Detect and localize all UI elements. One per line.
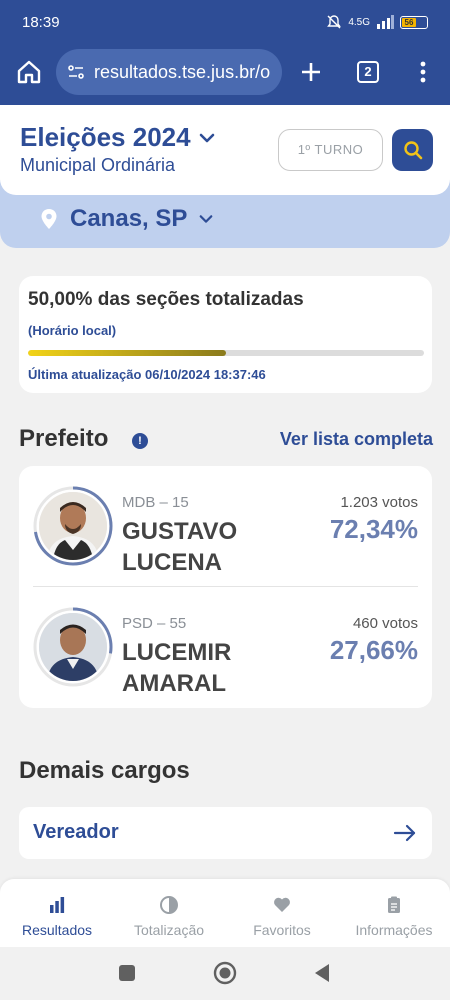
candidate-row[interactable]: PSD – 55 LUCEMIR AMARAL 460 votos 27,66% [19,595,432,705]
progress-bar [28,350,424,356]
pie-icon [160,896,178,914]
browser-toolbar: resultados.tse.jus.br/o 2 [0,49,450,95]
divider [33,586,418,587]
section-title-prefeito: Prefeito [19,425,109,452]
home-button[interactable] [14,57,44,87]
local-time-label: (Horário local) [28,323,117,338]
bar-chart-icon [50,897,65,913]
candidate-name-line1: LUCEMIR [122,639,232,666]
search-button[interactable] [392,129,433,171]
election-selector[interactable]: Eleições 2024 [20,122,215,153]
nav-totalizacao[interactable]: Totalização [113,895,225,938]
recents-button[interactable] [118,964,136,982]
network-label: 4.5G [348,16,370,28]
candidate-name-line2: LUCENA [122,549,222,576]
turno-button[interactable]: 1º TURNO [278,129,383,171]
progress-fill [28,350,226,356]
heart-icon [274,897,290,912]
view-full-list-link[interactable]: Ver lista completa [280,429,433,450]
vereador-label: Vereador [33,821,119,843]
status-icons: 4.5G 56 [326,14,428,30]
search-icon [403,141,422,160]
avatar-ring [33,607,113,687]
status-bar: 18:39 4.5G 56 [22,12,428,32]
nav-informacoes[interactable]: Informações [338,895,450,938]
prefeito-header: Prefeito ! Ver lista completa [19,425,433,455]
votes-count: 1.203 votos [340,494,418,511]
section-title-demais-cargos: Demais cargos [19,757,190,784]
totalization-card: 50,00% das seções totalizadas (Horário l… [19,276,432,393]
location-selector[interactable]: Canas, SP [40,205,213,233]
url-bar[interactable]: resultados.tse.jus.br/o [56,49,282,95]
mute-bell-icon [327,15,342,29]
home-circle-button[interactable] [213,961,237,985]
candidate-name-line1: GUSTAVO [122,518,238,545]
person-photo-icon [39,492,107,560]
totalization-title: 50,00% das seções totalizadas [28,289,304,310]
more-vert-icon [420,61,426,83]
nav-label: Informações [355,922,433,938]
site-settings-icon [68,65,84,79]
last-update-label: Última atualização 06/10/2024 18:37:46 [28,367,266,382]
url-text: resultados.tse.jus.br/o [94,61,271,82]
party-label: PSD – 55 [122,615,187,632]
candidate-name: GUSTAVO LUCENA [122,516,237,578]
election-subtitle: Municipal Ordinária [20,155,176,175]
nav-resultados[interactable]: Resultados [1,895,113,938]
location-name: Canas, SP [70,205,188,232]
candidate-name-line2: AMARAL [122,670,226,697]
candidate-avatar [39,613,107,681]
election-header: Eleições 2024 Municipal Ordinária 1º TUR… [0,105,450,195]
candidate-avatar [39,492,107,560]
nav-label: Favoritos [253,922,311,938]
browser-menu-button[interactable] [413,57,433,87]
chevron-down-icon [200,215,213,223]
nav-label: Resultados [21,922,93,938]
tab-switcher-button[interactable]: 2 [357,61,379,83]
back-triangle-button[interactable] [313,963,331,983]
browser-top-bar: 18:39 4.5G 56 resultados.tse.jus.br/o 2 [0,0,450,105]
info-icon[interactable]: ! [132,433,148,449]
votes-count: 460 votos [352,615,418,632]
battery-icon: 56 [400,15,428,29]
arrow-right-icon [393,824,416,842]
votes-percent: 72,34% [329,514,418,544]
home-icon [17,60,41,84]
votes-percent: 27,66% [329,635,418,665]
battery-level: 56 [402,17,416,27]
clipboard-icon [388,896,400,913]
plus-icon [302,63,320,81]
nav-label: Totalização [133,922,205,938]
location-pin-icon [41,209,57,229]
candidate-row[interactable]: MDB – 15 GUSTAVO LUCENA 1.203 votos 72,3… [19,474,432,584]
nav-favoritos[interactable]: Favoritos [226,895,338,938]
candidate-name: LUCEMIR AMARAL [122,637,231,699]
chevron-down-icon [199,133,214,142]
vereador-link[interactable]: Vereador [19,807,432,859]
signal-icon [377,15,394,29]
party-label: MDB – 15 [122,494,189,511]
system-navigation-bar [0,947,450,1000]
status-time: 18:39 [22,13,60,31]
candidates-card: MDB – 15 GUSTAVO LUCENA 1.203 votos 72,3… [19,466,432,708]
person-photo-icon [39,613,107,681]
avatar-ring [33,486,113,566]
new-tab-button[interactable] [296,54,326,90]
bottom-navigation: Resultados Totalização Favoritos Informa… [0,879,450,947]
election-title: Eleições 2024 [20,122,191,152]
